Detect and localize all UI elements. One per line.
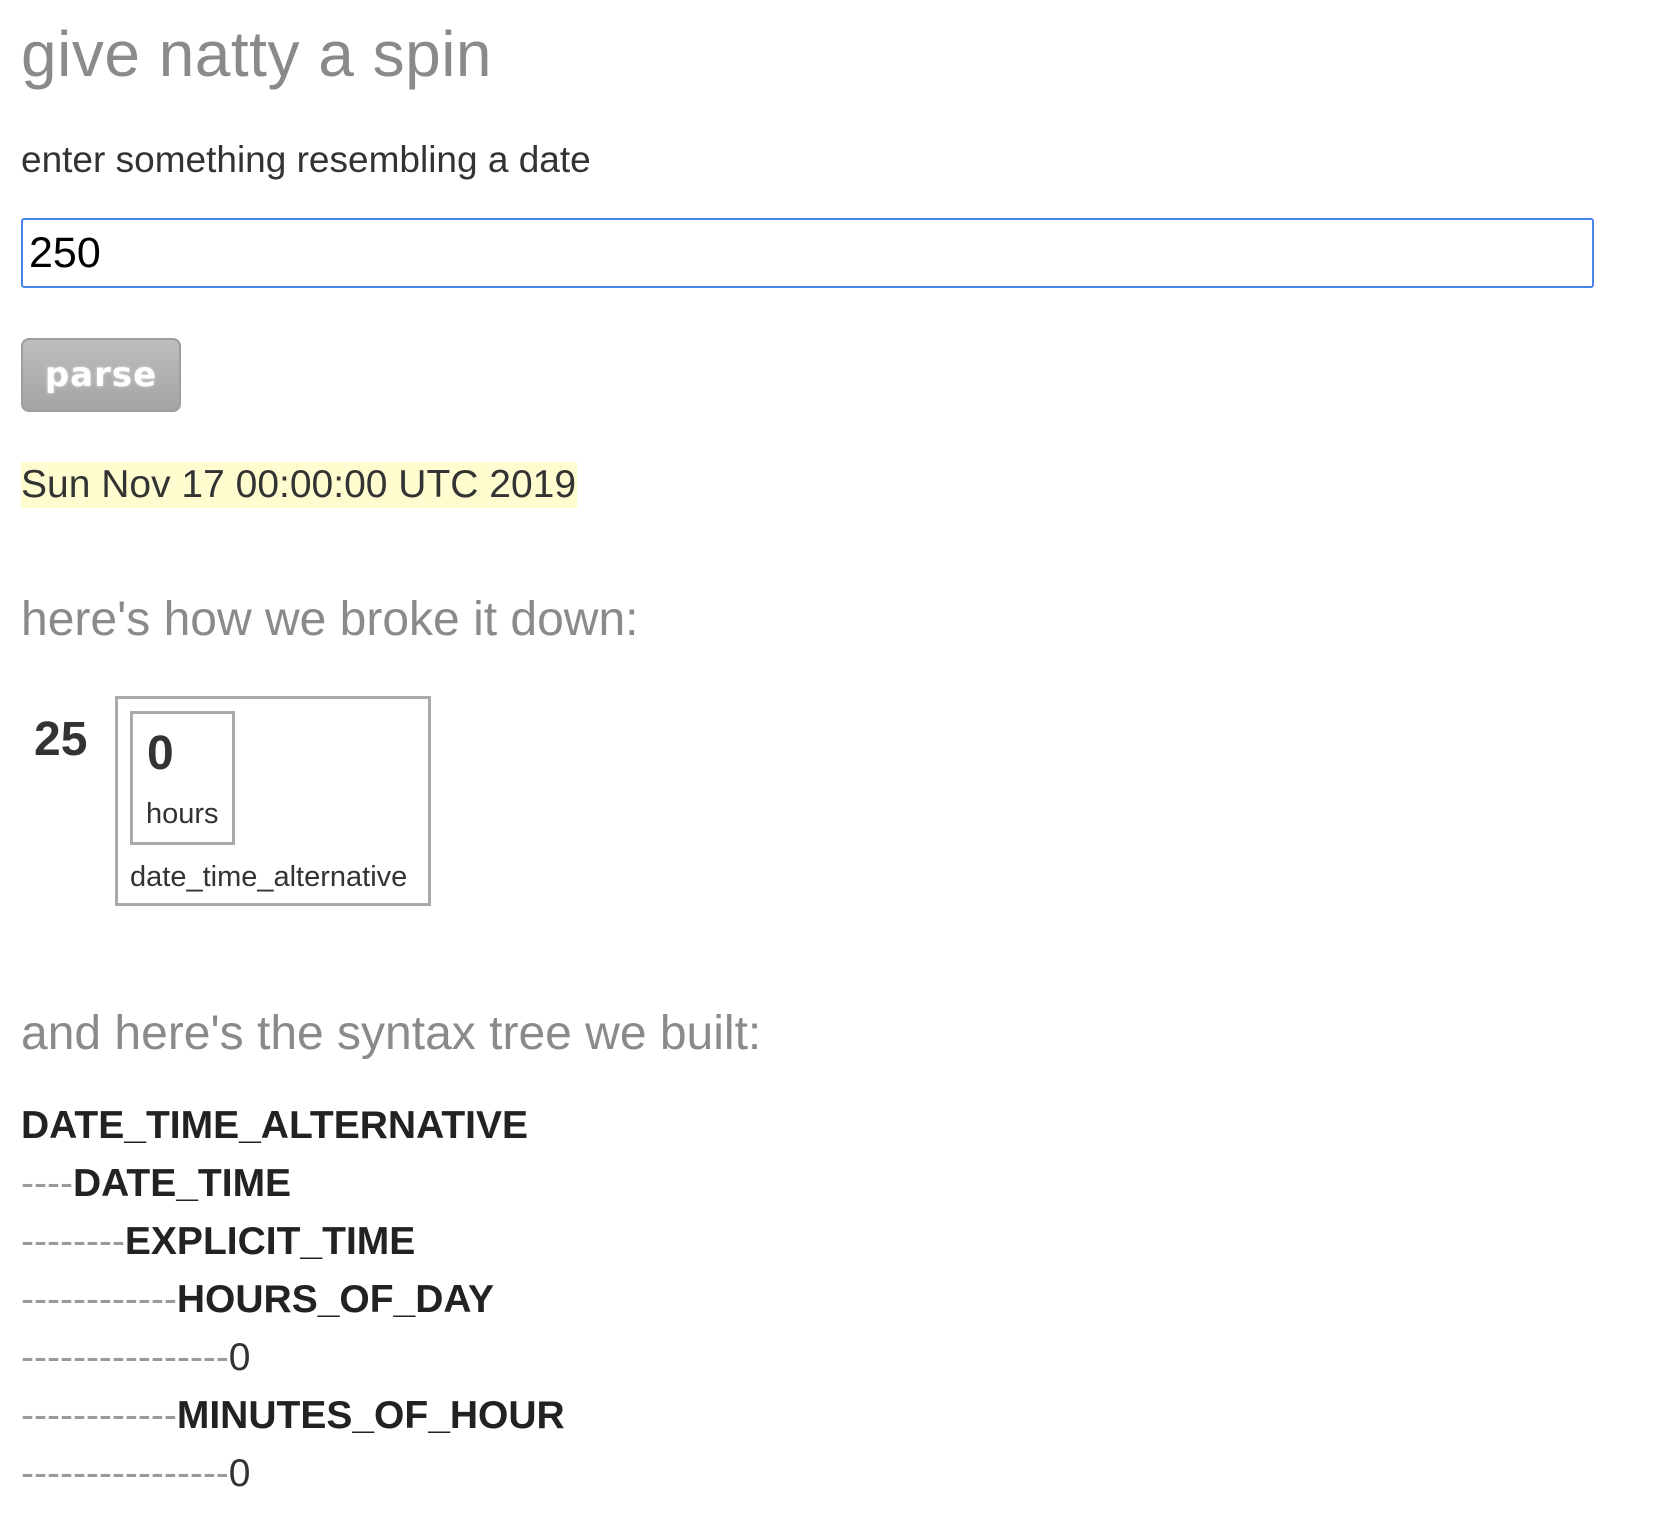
- page: give natty a spin enter something resemb…: [21, 0, 1621, 1503]
- date-time-alternative-label: date_time_alternative: [130, 861, 408, 893]
- tree-node: MINUTES_OF_HOUR: [176, 1394, 565, 1437]
- breakdown: 25 0 hours date_time_alternative: [21, 696, 1621, 906]
- date-time-alternative-box: 0 hours date_time_alternative: [115, 696, 431, 906]
- tree-leaf: 0: [228, 1452, 251, 1495]
- tree-node: EXPLICIT_TIME: [124, 1220, 416, 1263]
- tree-node: DATE_TIME: [72, 1162, 292, 1205]
- tree-line: ----DATE_TIME: [21, 1155, 1621, 1213]
- hours-value: 0: [147, 727, 174, 780]
- parse-result: Sun Nov 17 00:00:00 UTC 2019: [21, 462, 578, 508]
- tree-line: DATE_TIME_ALTERNATIVE: [21, 1097, 1621, 1155]
- hours-label: hours: [146, 798, 219, 830]
- tree-node: HOURS_OF_DAY: [176, 1278, 495, 1321]
- syntax-tree: DATE_TIME_ALTERNATIVE ----DATE_TIME ----…: [21, 1097, 1621, 1503]
- tree-prefix: ----: [21, 1162, 73, 1205]
- tree-line: ----------------0: [21, 1329, 1621, 1387]
- breakdown-heading: here's how we broke it down:: [21, 593, 639, 646]
- tree-leaf: 0: [228, 1336, 251, 1379]
- syntax-tree-heading: and here's the syntax tree we built:: [21, 1007, 762, 1060]
- tree-line: --------EXPLICIT_TIME: [21, 1213, 1621, 1271]
- page-title: give natty a spin: [21, 18, 492, 90]
- tree-line: ------------HOURS_OF_DAY: [21, 1271, 1621, 1329]
- tree-line: ------------MINUTES_OF_HOUR: [21, 1387, 1621, 1445]
- tree-prefix: ------------: [21, 1394, 177, 1437]
- input-prompt: enter something resembling a date: [21, 139, 591, 180]
- tree-line: ----------------0: [21, 1445, 1621, 1503]
- tree-prefix: ------------: [21, 1278, 177, 1321]
- date-input[interactable]: [21, 218, 1594, 288]
- parse-button[interactable]: parse: [21, 338, 181, 412]
- tree-prefix: --------: [21, 1220, 125, 1263]
- tree-node: DATE_TIME_ALTERNATIVE: [21, 1104, 529, 1147]
- token-text: 25: [34, 713, 88, 766]
- tree-prefix: ----------------: [21, 1452, 229, 1495]
- tree-prefix: ----------------: [21, 1336, 229, 1379]
- hours-box: 0 hours: [130, 711, 235, 845]
